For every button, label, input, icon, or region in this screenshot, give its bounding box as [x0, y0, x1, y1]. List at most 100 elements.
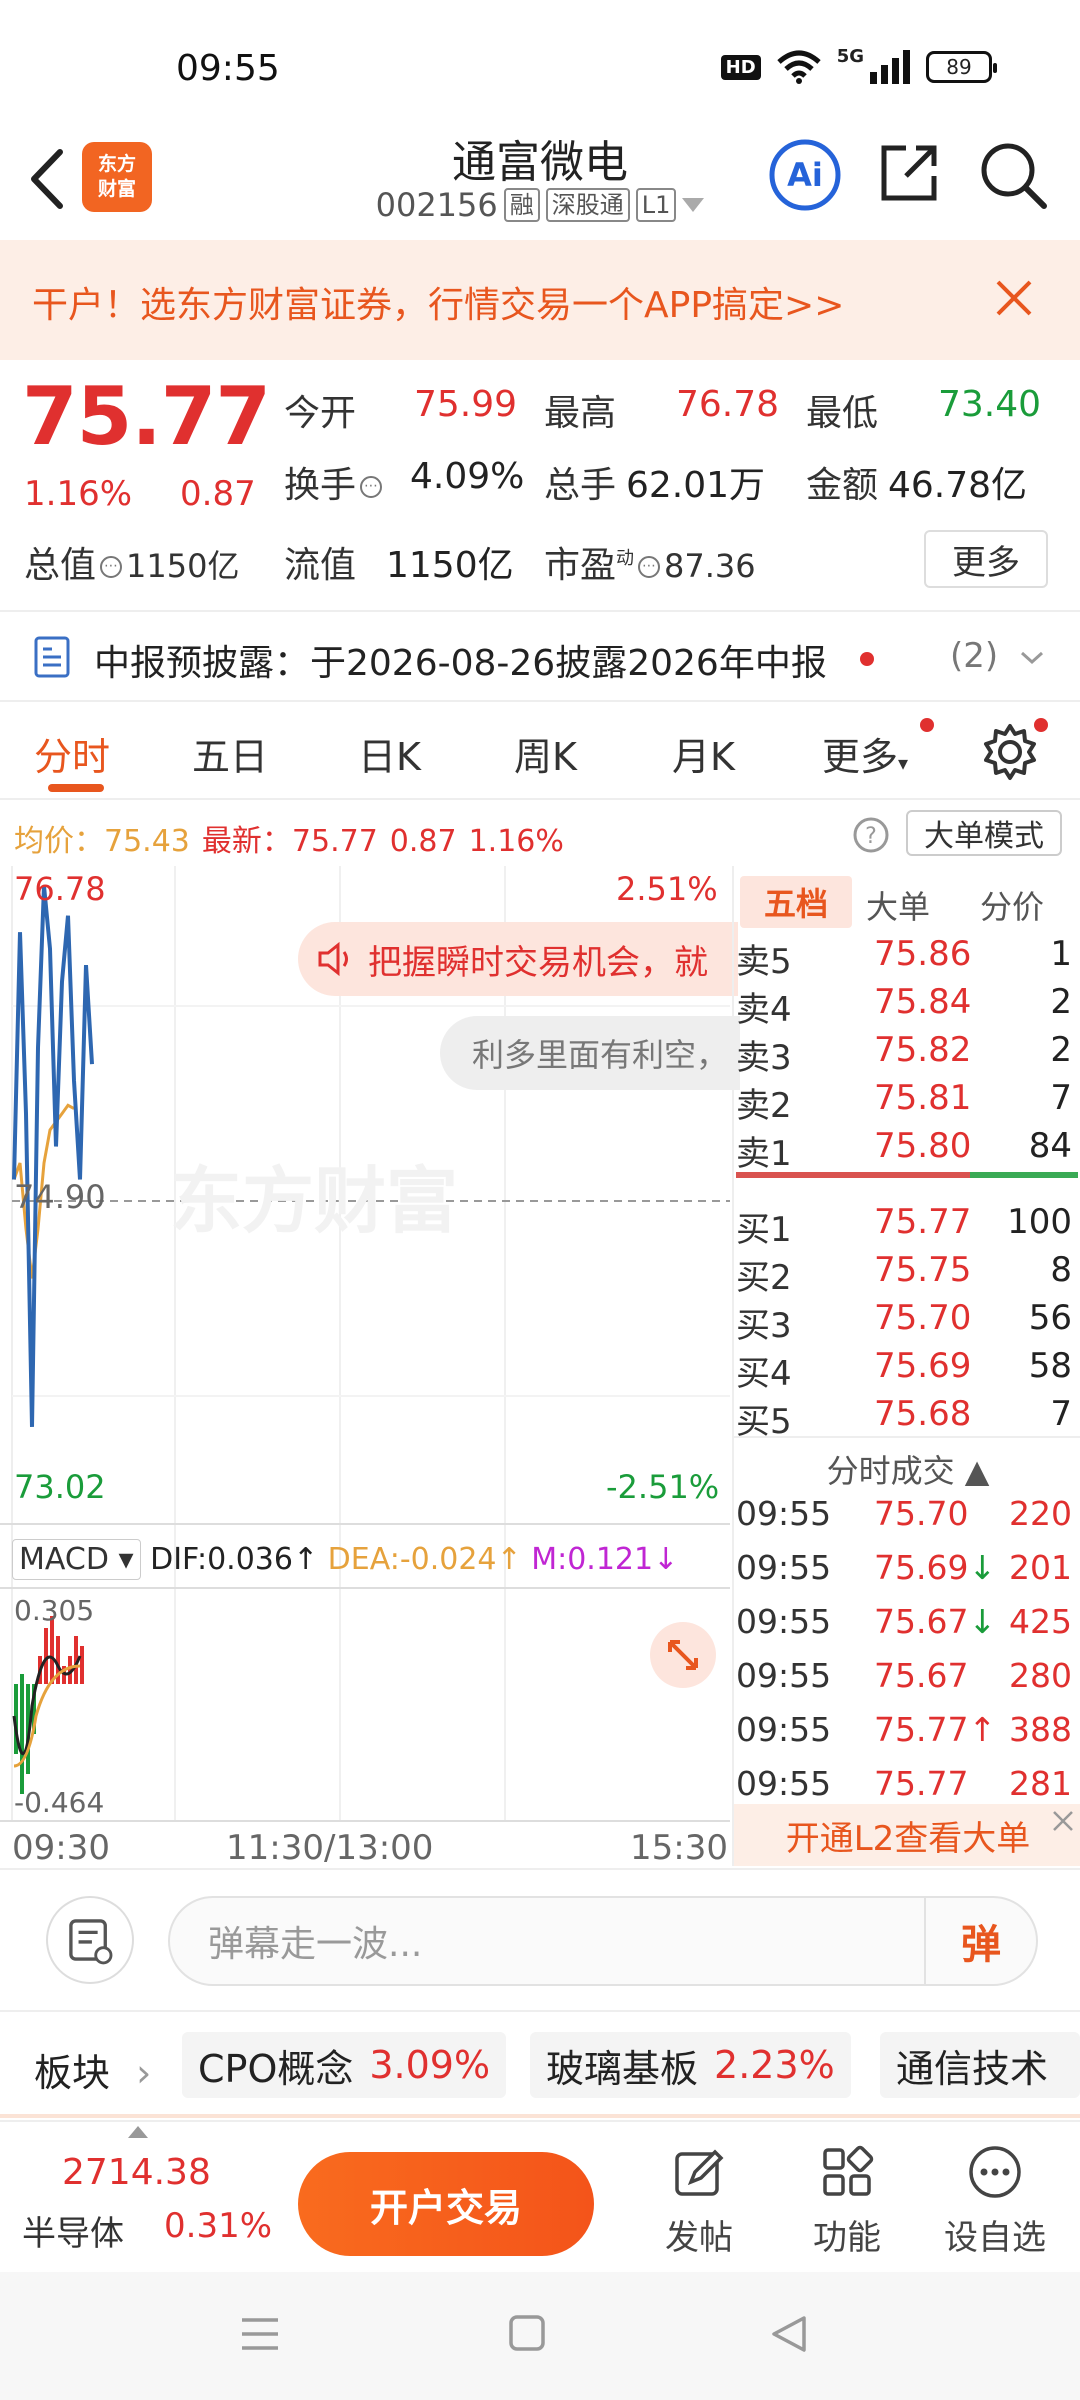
mktcap-label-text: 总值 — [24, 545, 97, 586]
info-icon[interactable]: ⋯ — [360, 476, 383, 498]
notice-bar[interactable]: 中报预披露：于2026-08-26披露2026年中报 (2) — [0, 610, 1080, 702]
macd-select[interactable]: MACD ▾ — [12, 1539, 141, 1580]
bid-ratio-bar — [970, 1172, 1078, 1178]
more-quote-button[interactable]: 更多 — [924, 530, 1048, 588]
promo-banner[interactable]: 干户！选东方财富证券，行情交易一个APP搞定>> — [0, 240, 1080, 360]
caret-up-icon: ▲ — [964, 1452, 990, 1490]
unread-dot — [920, 718, 934, 732]
ask-volume: 2 — [1050, 982, 1072, 1022]
tick-time: 09:55 — [736, 1548, 832, 1587]
chart-canvas: 东方财富 — [0, 866, 730, 1820]
sector-label-text: 板块 — [34, 2051, 111, 2095]
close-icon[interactable] — [988, 272, 1040, 324]
signal-icon — [870, 50, 910, 84]
index-name[interactable]: 半导体 — [22, 2206, 124, 2255]
tab-weekly-k[interactable]: 周K — [514, 726, 577, 781]
latest-label: 最新： — [201, 824, 292, 859]
open-l2-button[interactable]: 开通L2查看大单 — [734, 1804, 1080, 1866]
index-value[interactable]: 2714.38 — [62, 2152, 211, 2193]
comment-settings-icon[interactable] — [46, 1896, 134, 1984]
tab-daily-k[interactable]: 日K — [358, 726, 421, 781]
danmu-input[interactable]: 弹幕走一波... — [168, 1896, 1038, 1986]
tick-price-text: 75.67 — [874, 1656, 969, 1695]
ask-label: 卖3 — [736, 1038, 792, 1078]
notice-text: 中报预披露：于2026-08-26披露2026年中报 — [94, 643, 827, 684]
ask-label: 卖4 — [736, 990, 792, 1030]
float-label: 流值 — [284, 545, 357, 586]
tick-price: 75.77 — [874, 1764, 968, 1803]
sector-label[interactable]: 板块 › — [34, 2042, 151, 2097]
share-icon[interactable] — [876, 140, 942, 206]
pe-value: 87.36 — [664, 547, 756, 585]
y-axis-mid-value: 74.90 — [14, 1178, 106, 1216]
tick-volume: 201 — [1009, 1548, 1072, 1587]
ask-label: 卖1 — [736, 1134, 792, 1174]
mktcap-value: 1150亿 — [126, 547, 240, 585]
latest-value: 75.77 — [291, 824, 378, 859]
arrow-up-icon: ↑ — [496, 1542, 522, 1577]
battery-level: 89 — [946, 55, 972, 79]
tick-row: 09:55 75.77↑ 388 — [734, 1710, 1080, 1762]
back-triangle-icon[interactable] — [770, 2314, 808, 2354]
arrow-down-icon: ↓ — [653, 1542, 679, 1577]
tick-row: 09:55 75.67 280 — [734, 1656, 1080, 1708]
search-icon[interactable] — [978, 140, 1048, 210]
sector-chip[interactable]: 通信技术 — [880, 2032, 1080, 2098]
tip-text: 把握瞬时交易机会，就 — [368, 942, 708, 983]
tab-more[interactable]: 更多▾ — [822, 726, 908, 781]
chevron-right-icon: › — [136, 2051, 152, 2095]
add-watchlist-button[interactable]: 设自选 — [930, 2142, 1060, 2272]
macd-dif-text: DIF:0.036 — [150, 1542, 293, 1577]
ticks-title[interactable]: 分时成交 ▲ — [734, 1436, 1080, 1490]
bid-volume: 8 — [1050, 1250, 1072, 1290]
functions-button[interactable]: 功能 — [782, 2142, 912, 2272]
danmu-send-button[interactable]: 弹 — [924, 1898, 1036, 1984]
trading-tip-bubble[interactable]: 把握瞬时交易机会，就 — [298, 922, 738, 996]
bid-label: 买4 — [736, 1354, 792, 1394]
tab-price-distribution[interactable]: 分价 — [980, 882, 1044, 928]
macd-dea-text: DEA:-0.024 — [327, 1542, 497, 1577]
danmu-send-label: 弹 — [961, 1922, 1001, 1968]
intraday-chart[interactable]: 东方财富 76.78 2.51% 74.90 73.02 -2.51% 把握瞬时… — [0, 866, 740, 1868]
bid-label: 买2 — [736, 1258, 792, 1298]
info-icon[interactable]: ⋯ — [100, 556, 123, 578]
time-mid: 11:30/13:00 — [226, 1828, 434, 1868]
menu-icon[interactable] — [240, 2316, 280, 2352]
ticks-title-text: 分时成交 — [826, 1452, 955, 1490]
ask-volume: 7 — [1050, 1078, 1072, 1118]
notice-count-text: (2) — [950, 636, 999, 676]
tab-monthly-k[interactable]: 月K — [672, 726, 735, 781]
big-order-mode-button[interactable]: 大单模式 — [906, 810, 1062, 856]
sector-chip[interactable]: 玻璃基板 2.23% — [530, 2032, 851, 2098]
float-value: 1150亿 — [386, 545, 514, 586]
chart-watermark: 东方财富 — [170, 1159, 458, 1243]
tick-time: 09:55 — [736, 1602, 832, 1641]
stock-header: 东方 财富 通富微电 002156 融 深股通 L1 Ai — [0, 120, 1080, 240]
unread-dot — [860, 652, 874, 666]
pe-label-text: 市盈 — [544, 545, 617, 586]
info-icon[interactable]: ⋯ — [638, 556, 661, 578]
ask-row: 卖5 75.86 1 — [734, 934, 1080, 982]
ai-assistant-icon[interactable]: Ai — [768, 138, 842, 212]
close-icon[interactable] — [1050, 1808, 1076, 1834]
active-tab-indicator — [48, 784, 104, 792]
caret-down-icon: ▾ — [898, 751, 909, 775]
ask-label: 卖2 — [736, 1086, 792, 1126]
ask-volume: 2 — [1050, 1030, 1072, 1070]
order-book-tabs: 五档 大单 分价 — [734, 872, 1080, 934]
tab-big-orders[interactable]: 大单 — [866, 882, 930, 928]
tick-arrow: ↓ — [968, 1548, 997, 1587]
tab-five-day[interactable]: 五日 — [192, 726, 268, 781]
post-button[interactable]: 发帖 — [634, 2142, 764, 2272]
help-icon[interactable]: ? — [852, 816, 890, 854]
quote-panel: 75.77 1.16% 0.87 今开 75.99 最高 76.78 最低 73… — [0, 360, 1080, 610]
sector-chip[interactable]: CPO概念 3.09% — [182, 2032, 507, 2098]
gear-icon[interactable] — [980, 722, 1040, 782]
macd-dea: DEA:-0.024↑ — [328, 1542, 522, 1577]
open-account-trade-button[interactable]: 开户交易 — [298, 2152, 594, 2256]
tab-intraday[interactable]: 分时 — [34, 726, 110, 781]
home-icon[interactable] — [508, 2314, 546, 2352]
expand-icon[interactable] — [650, 1622, 716, 1688]
tab-five-levels[interactable]: 五档 — [740, 876, 852, 928]
low-label: 最低 — [806, 393, 879, 434]
